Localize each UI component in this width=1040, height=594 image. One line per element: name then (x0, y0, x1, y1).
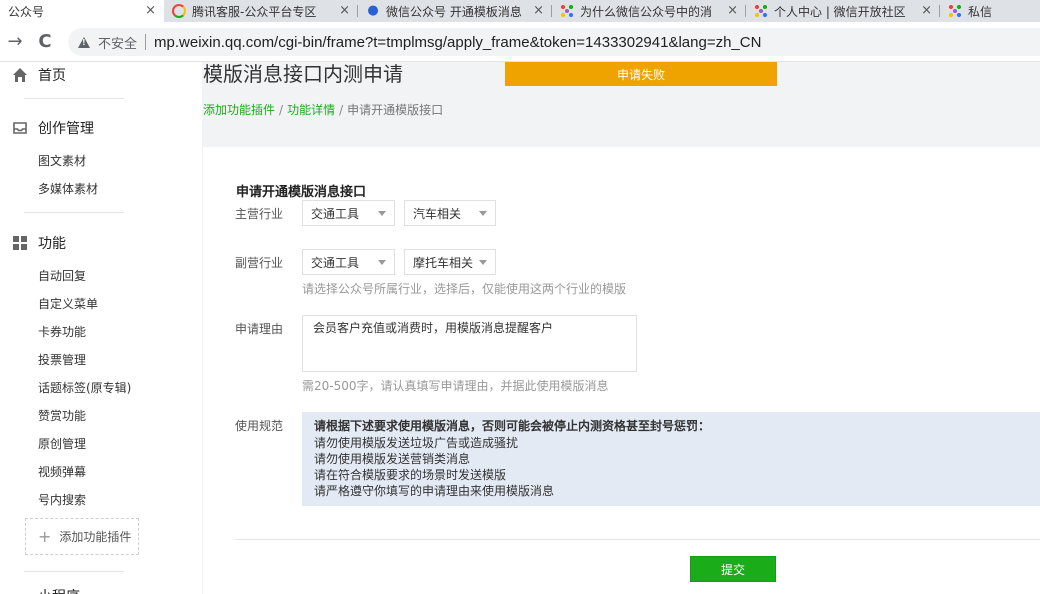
select-value: 交通工具 (311, 206, 360, 221)
chevron-down-icon (479, 260, 487, 265)
browser-tab-gongzhonghao[interactable]: 公众号 × (0, 0, 164, 22)
browser-tab-strip: 公众号 × 腾讯客服-公众平台专区 × ● 微信公众号 开通模板消息 × 为什么… (0, 0, 1040, 22)
breadcrumb: 添加功能插件 / 功能详情 / 申请开通模版接口 (203, 101, 443, 118)
sidebar-item-danmaku[interactable]: 视频弹幕 (38, 463, 86, 480)
browser-tab-tencent-service[interactable]: 腾讯客服-公众平台专区 × (164, 0, 358, 22)
sidebar-item-auto-reply[interactable]: 自动回复 (38, 267, 86, 284)
browser-tab-personal-center[interactable]: 个人中心 | 微信开放社区 × (746, 0, 940, 22)
application-form-card: 申请开通模版消息接口 主营行业 交通工具 汽车相关 副营行业 交通工具 摩托车相… (203, 147, 1040, 594)
sidebar-item-mini-program-partial[interactable]: 小程序 (38, 586, 80, 594)
add-plugin-button[interactable]: + 添加功能插件 (25, 518, 139, 555)
sidebar-item-features[interactable]: 功能 (12, 233, 66, 253)
secondary-industry-label: 副营行业 (235, 256, 284, 270)
sidebar-item-reward[interactable]: 赞赏功能 (38, 407, 86, 424)
rules-title: 请根据下述要求使用模版消息，否则可能会被停止内测资格甚至封号惩罚： (314, 419, 711, 433)
sidebar-item-label: 功能 (38, 236, 66, 252)
primary-industry-select-2[interactable]: 汽车相关 (404, 200, 496, 226)
insecure-label: 不安全 (98, 36, 138, 52)
rule-item: 请严格遵守你填写的申请理由来使用模版消息 (314, 484, 555, 498)
rule-item: 请勿使用模版发送营销类消息 (314, 452, 471, 466)
primary-industry-label: 主营行业 (235, 207, 284, 221)
reason-textarea[interactable]: 会员客户充值或消费时，用模版消息提醒客户 (302, 315, 637, 372)
tab-close-icon[interactable]: × (727, 3, 738, 18)
select-value: 摩托车相关 (413, 255, 474, 270)
submit-button[interactable]: 提交 (690, 556, 776, 582)
sidebar-item-topic-tags[interactable]: 话题标签(原专辑) (38, 379, 131, 396)
browser-tab-template-msg[interactable]: ● 微信公众号 开通模板消息 × (358, 0, 552, 22)
form-divider (235, 539, 1040, 540)
secondary-industry-select-2[interactable]: 摩托车相关 (404, 249, 496, 275)
tab-title: 公众号 (8, 4, 45, 19)
warning-icon (78, 36, 90, 48)
colorful-dots-icon (948, 4, 962, 18)
reload-icon[interactable]: C (34, 31, 56, 53)
primary-industry-select-1[interactable]: 交通工具 (302, 200, 395, 226)
form-section-title: 申请开通模版消息接口 (236, 185, 367, 200)
page-title: 模版消息接口内测申请 (203, 62, 403, 86)
tab-title: 个人中心 | 微信开放社区 (774, 4, 906, 19)
tab-title: 为什么微信公众号中的消 (580, 4, 713, 19)
tab-title: 腾讯客服-公众平台专区 (192, 4, 317, 19)
tray-icon (12, 120, 28, 136)
sidebar-divider (24, 212, 124, 213)
reason-label: 申请理由 (235, 322, 284, 336)
status-banner: 申请失败 (505, 62, 777, 86)
plus-icon: + (38, 527, 52, 546)
colorful-dots-icon (560, 4, 574, 18)
browser-tab-why-question[interactable]: 为什么微信公众号中的消 × (552, 0, 746, 22)
rules-label: 使用规范 (235, 419, 284, 433)
secondary-industry-select-1[interactable]: 交通工具 (302, 249, 395, 275)
breadcrumb-link-add-plugin[interactable]: 添加功能插件 (203, 103, 275, 117)
sidebar-item-media-material[interactable]: 多媒体素材 (38, 180, 98, 197)
address-bar[interactable]: 不安全 mp.weixin.qq.com/cgi-bin/frame?t=tmp… (68, 28, 1040, 56)
rule-item: 请勿使用模版发送垃圾广告或造成骚扰 (314, 436, 519, 450)
breadcrumb-link-feature-detail[interactable]: 功能详情 (287, 103, 335, 117)
browser-tab-private-msg[interactable]: 私信 (940, 0, 1040, 22)
tab-close-icon[interactable]: × (533, 3, 544, 18)
url-text[interactable]: mp.weixin.qq.com/cgi-bin/frame?t=tmplmsg… (154, 34, 761, 51)
tab-title: 微信公众号 开通模板消息 (386, 4, 522, 19)
sidebar: 首页 创作管理 图文素材 多媒体素材 功能 自动回复 自定义菜单 卡券功能 投票… (0, 62, 202, 594)
qq-circle-icon (172, 4, 186, 18)
forward-arrow-icon[interactable]: → (4, 31, 26, 53)
tab-close-icon[interactable]: × (339, 3, 350, 18)
add-plugin-label: 添加功能插件 (59, 530, 132, 544)
sidebar-divider (24, 98, 124, 99)
sidebar-item-creation[interactable]: 创作管理 (12, 118, 94, 138)
grid-icon (12, 235, 28, 251)
sidebar-item-coupons[interactable]: 卡券功能 (38, 323, 86, 340)
select-value: 交通工具 (311, 255, 360, 270)
sidebar-item-original[interactable]: 原创管理 (38, 435, 86, 452)
browser-toolbar: → C 不安全 mp.weixin.qq.com/cgi-bin/frame?t… (0, 22, 1040, 62)
sidebar-item-voting[interactable]: 投票管理 (38, 351, 86, 368)
tab-close-icon[interactable]: × (145, 3, 156, 18)
tab-close-icon[interactable]: × (921, 3, 932, 18)
sidebar-item-news-material[interactable]: 图文素材 (38, 152, 86, 169)
usage-rules-box: 请根据下述要求使用模版消息，否则可能会被停止内测资格甚至封号惩罚： 请勿使用模版… (302, 412, 1040, 506)
tab-title: 私信 (968, 4, 993, 19)
industry-hint: 请选择公众号所属行业，选择后，仅能使用这两个行业的模版 (302, 282, 627, 296)
chevron-down-icon (479, 211, 487, 216)
sidebar-item-label: 首页 (38, 68, 66, 84)
reason-hint: 需20-500字，请认真填写申请理由，并据此使用模版消息 (302, 379, 609, 393)
sidebar-divider (24, 571, 124, 572)
rule-item: 请在符合模版要求的场景时发送模版 (314, 468, 507, 482)
sidebar-item-label: 创作管理 (38, 121, 94, 137)
breadcrumb-current: 申请开通模版接口 (347, 103, 444, 117)
home-icon (12, 67, 28, 83)
url-separator (145, 34, 147, 50)
sidebar-item-in-account-search[interactable]: 号内搜索 (38, 491, 86, 508)
chevron-down-icon (378, 260, 386, 265)
breadcrumb-separator: / (279, 103, 284, 117)
sidebar-item-custom-menu[interactable]: 自定义菜单 (38, 295, 98, 312)
paw-icon: ● (367, 3, 379, 18)
colorful-dots-icon (754, 4, 768, 18)
select-value: 汽车相关 (413, 206, 462, 221)
chevron-down-icon (378, 211, 386, 216)
breadcrumb-separator: / (339, 103, 344, 117)
sidebar-item-home[interactable]: 首页 (12, 65, 66, 85)
